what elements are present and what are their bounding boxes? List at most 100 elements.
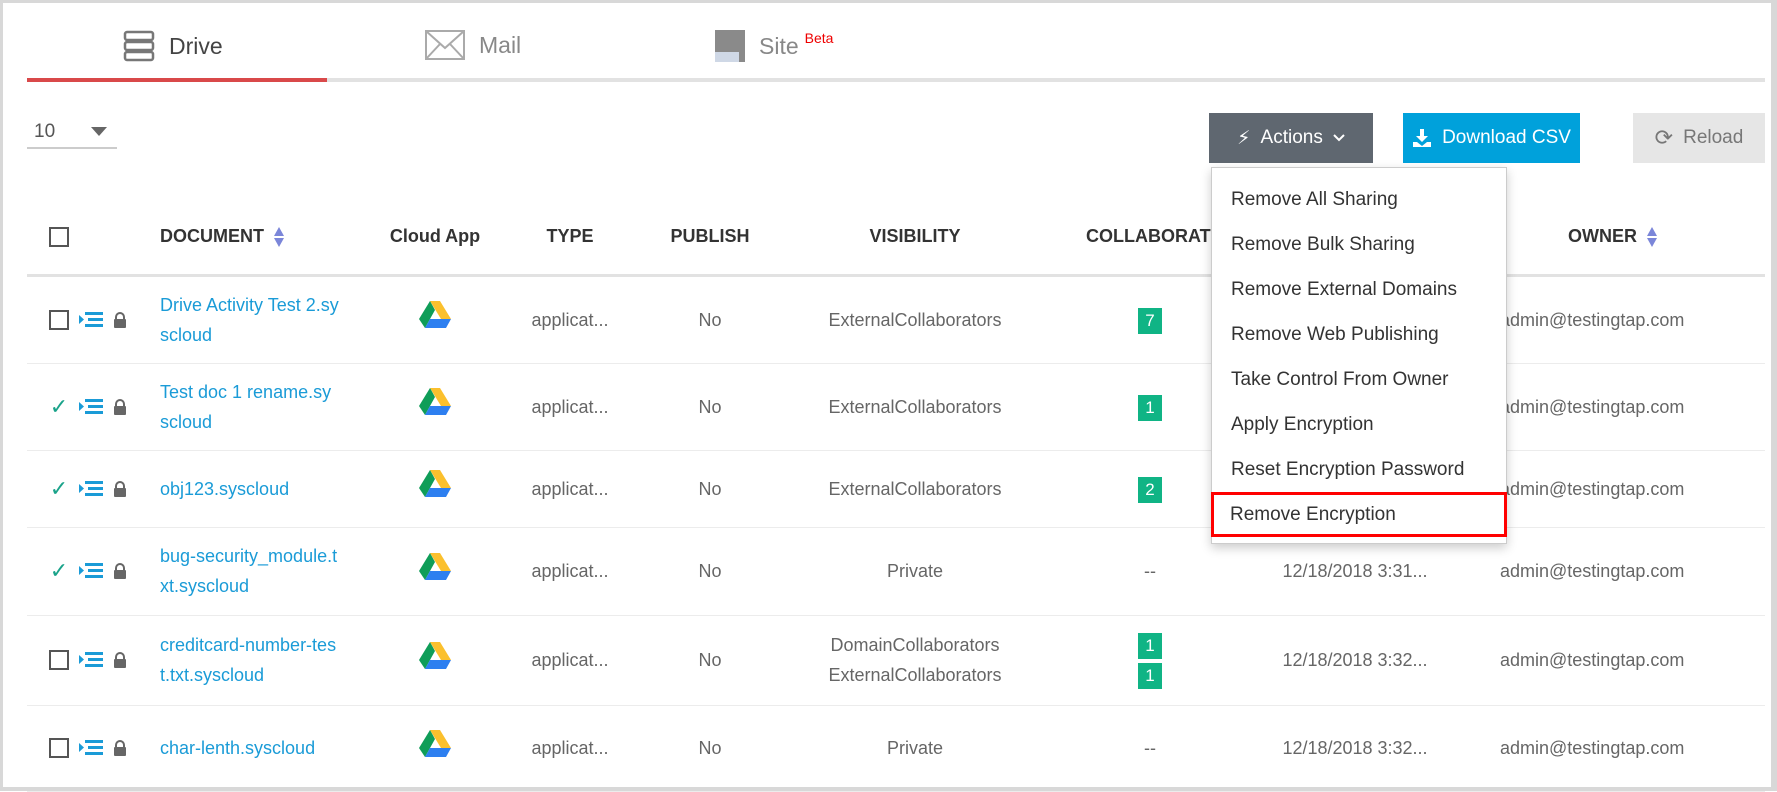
checkmark-icon[interactable]: ✓ <box>49 556 69 586</box>
visibility-value: DomainCollaborators <box>830 635 1000 655</box>
column-publish: PUBLISH <box>640 200 780 277</box>
document-link[interactable]: Drive Activity Test 2.syscloud <box>160 290 340 350</box>
reload-button[interactable]: ⟳ Reload <box>1633 113 1765 163</box>
document-list-icon <box>79 398 103 414</box>
google-drive-icon <box>419 388 451 415</box>
document-link[interactable]: obj123.syscloud <box>160 474 340 504</box>
google-drive-icon <box>419 301 451 328</box>
actions-label: Actions <box>1260 127 1323 148</box>
reload-label: Reload <box>1683 127 1744 148</box>
collaborators-empty: -- <box>1144 561 1156 581</box>
download-csv-button[interactable]: Download CSV <box>1403 113 1580 163</box>
google-drive-icon <box>419 641 451 669</box>
column-document[interactable]: DOCUMENT <box>160 200 370 277</box>
refresh-icon: ⟳ <box>1654 125 1674 150</box>
publish-cell: No <box>640 363 780 451</box>
publish-cell: No <box>640 450 780 528</box>
date-cell: 12/18/2018 3:32... <box>1250 705 1460 792</box>
collaborator-count-badge[interactable]: 2 <box>1138 476 1162 503</box>
document-link[interactable]: bug-security_module.txt.syscloud <box>160 541 340 601</box>
publish-cell: No <box>640 275 780 364</box>
menu-item-remove-encryption[interactable]: Remove Encryption <box>1211 492 1507 537</box>
document-list-icon <box>79 740 103 755</box>
visibility-value: ExternalCollaborators <box>828 309 1002 330</box>
beta-badge: Beta <box>804 30 834 46</box>
row-checkbox[interactable] <box>49 738 69 758</box>
bolt-icon: ⚡︎ <box>1237 127 1251 149</box>
document-list-icon <box>79 480 103 496</box>
type-cell: applicat... <box>500 527 640 616</box>
tab-drive[interactable]: Drive <box>123 30 223 62</box>
tab-site[interactable]: Site Beta <box>715 30 833 62</box>
publish-cell: No <box>640 527 780 616</box>
tab-mail[interactable]: Mail <box>425 30 521 60</box>
visibility-value: Private <box>886 738 944 758</box>
lock-icon <box>114 563 126 579</box>
checkmark-icon[interactable]: ✓ <box>49 392 69 422</box>
visibility-value: ExternalCollaborators <box>828 665 1002 685</box>
lock-icon <box>114 398 126 415</box>
tab-indicator <box>27 78 1765 82</box>
lock-icon <box>114 311 126 328</box>
caret-down-icon <box>91 127 107 136</box>
date-cell: 12/18/2018 3:32... <box>1250 615 1460 706</box>
document-list-icon <box>79 311 103 327</box>
row-checkbox[interactable] <box>49 650 69 670</box>
type-cell: applicat... <box>500 275 640 364</box>
collaborator-count-badge[interactable]: 1 <box>1138 394 1162 421</box>
menu-item-remove-all-sharing[interactable]: Remove All Sharing <box>1212 177 1506 222</box>
sort-icon[interactable] <box>1647 227 1657 248</box>
site-icon <box>715 30 745 62</box>
publish-cell: No <box>640 615 780 706</box>
checkmark-icon[interactable]: ✓ <box>49 474 69 504</box>
publish-cell: No <box>640 705 780 792</box>
document-list-icon <box>79 652 103 667</box>
type-cell: applicat... <box>500 615 640 706</box>
visibility-value: ExternalCollaborators <box>828 478 1002 499</box>
tab-label: Mail <box>479 31 522 58</box>
tab-bar: Drive Mail Site Beta <box>27 0 1765 82</box>
lock-icon <box>114 740 126 756</box>
row-checkbox[interactable] <box>49 309 69 330</box>
tab-label: Drive <box>169 32 223 59</box>
tab-label: Site <box>759 32 799 59</box>
table-row: char-lenth.syscloud applicat... No Priva… <box>27 705 1765 792</box>
collaborator-count-badge[interactable]: 7 <box>1138 307 1162 334</box>
page-size-select[interactable]: 10 <box>27 115 117 149</box>
google-drive-icon <box>419 470 451 497</box>
actions-button[interactable]: ⚡︎ Actions <box>1209 113 1373 163</box>
document-link[interactable]: creditcard-number-test.txt.syscloud <box>160 630 340 690</box>
menu-item-remove-bulk-sharing[interactable]: Remove Bulk Sharing <box>1212 222 1506 267</box>
server-icon <box>123 30 155 62</box>
download-csv-label: Download CSV <box>1442 127 1571 148</box>
owner-cell: admin@testingtap.com <box>1460 615 1765 706</box>
type-cell: applicat... <box>500 450 640 528</box>
collaborator-count-badge[interactable]: 1 <box>1138 633 1162 659</box>
envelope-icon <box>425 30 465 60</box>
type-cell: applicat... <box>500 705 640 792</box>
collaborator-count-badge[interactable]: 1 <box>1138 663 1162 689</box>
owner-cell: admin@testingtap.com <box>1460 705 1765 792</box>
google-drive-icon <box>419 552 451 580</box>
document-list-icon <box>79 563 103 578</box>
actions-dropdown-menu: Remove All Sharing Remove Bulk Sharing Rem… <box>1211 167 1507 544</box>
collaborators-empty: -- <box>1144 738 1156 758</box>
lock-icon <box>114 652 126 668</box>
select-all-checkbox[interactable] <box>49 227 69 248</box>
column-type: TYPE <box>500 200 640 277</box>
sort-icon[interactable] <box>274 227 284 248</box>
menu-item-apply-encryption[interactable]: Apply Encryption <box>1212 402 1506 447</box>
page-size-value: 10 <box>34 121 56 142</box>
visibility-value: Private <box>886 561 944 581</box>
type-cell: applicat... <box>500 363 640 451</box>
menu-item-remove-external-domains[interactable]: Remove External Domains <box>1212 267 1506 312</box>
lock-icon <box>114 480 126 497</box>
menu-item-remove-web-publishing[interactable]: Remove Web Publishing <box>1212 312 1506 357</box>
document-link[interactable]: Test doc 1 rename.syscloud <box>160 377 340 437</box>
google-drive-icon <box>419 729 451 757</box>
menu-item-reset-encryption-password[interactable]: Reset Encryption Password <box>1212 447 1506 492</box>
document-link[interactable]: char-lenth.syscloud <box>160 733 340 763</box>
menu-item-take-control-from-owner[interactable]: Take Control From Owner <box>1212 357 1506 402</box>
table-row: creditcard-number-test.txt.syscloud appl… <box>27 615 1765 706</box>
visibility-value: ExternalCollaborators <box>828 396 1002 417</box>
